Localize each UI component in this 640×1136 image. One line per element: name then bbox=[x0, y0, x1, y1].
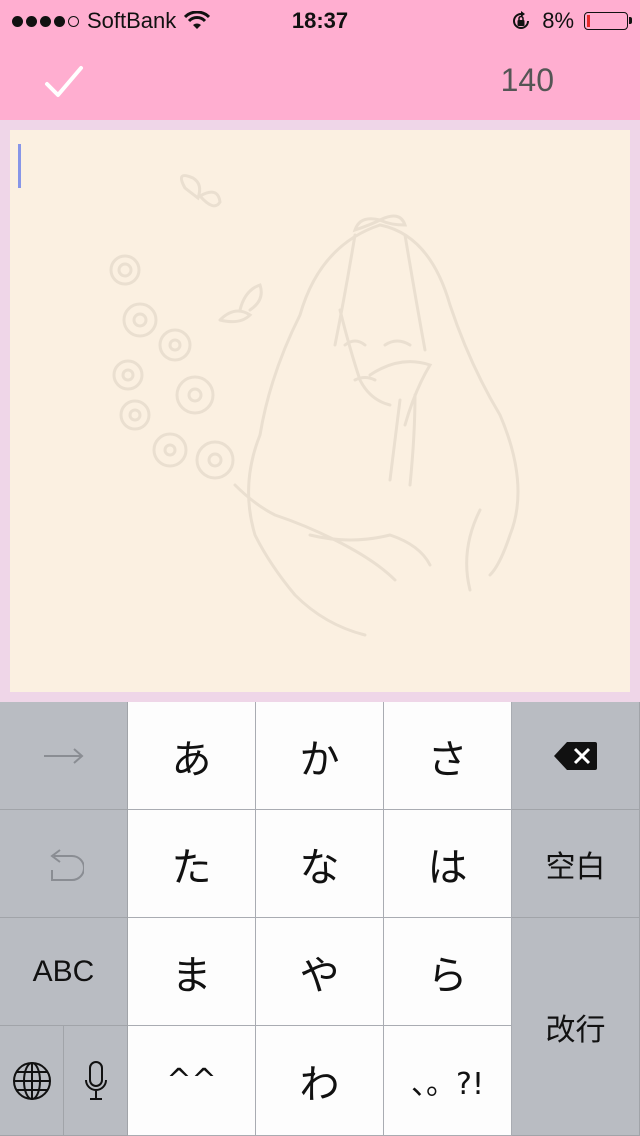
top-toolbar: 140 bbox=[0, 42, 640, 120]
space-key[interactable]: 空白 bbox=[512, 810, 640, 918]
backspace-icon bbox=[553, 741, 597, 770]
kana-key-ka[interactable]: か bbox=[256, 702, 384, 810]
kana-key-ya[interactable]: や bbox=[256, 918, 384, 1026]
text-editor-area[interactable] bbox=[10, 130, 630, 692]
kana-key-a[interactable]: あ bbox=[128, 702, 256, 810]
next-candidate-key[interactable] bbox=[0, 702, 128, 810]
undo-key[interactable] bbox=[0, 810, 128, 918]
kana-key-ha[interactable]: は bbox=[384, 810, 512, 918]
kana-key-ma[interactable]: ま bbox=[128, 918, 256, 1026]
globe-key[interactable] bbox=[0, 1026, 64, 1136]
text-cursor bbox=[18, 144, 21, 188]
globe-icon bbox=[12, 1061, 51, 1100]
microphone-icon bbox=[84, 1060, 107, 1100]
kana-key-ra[interactable]: ら bbox=[384, 918, 512, 1026]
rotation-lock-icon bbox=[513, 11, 530, 29]
return-key[interactable]: 改行 bbox=[512, 918, 640, 1136]
kana-key-wa[interactable]: わ bbox=[256, 1026, 384, 1136]
battery-icon bbox=[584, 12, 632, 30]
battery-percent: 8% bbox=[542, 8, 574, 33]
undo-icon bbox=[49, 848, 84, 881]
kana-key-na[interactable]: な bbox=[256, 810, 384, 918]
status-bar: SoftBank 18:37 8% bbox=[0, 0, 640, 42]
kana-key-sa[interactable]: さ bbox=[384, 702, 512, 810]
emoticon-key[interactable]: ^^ bbox=[128, 1026, 256, 1136]
dictation-key[interactable] bbox=[64, 1026, 128, 1136]
punctuation-key[interactable]: 、。?! bbox=[384, 1026, 512, 1136]
delete-key[interactable] bbox=[512, 702, 640, 810]
abc-key[interactable]: ABC bbox=[0, 918, 128, 1026]
checkmark-icon[interactable] bbox=[44, 64, 84, 100]
kana-key-ta[interactable]: た bbox=[128, 810, 256, 918]
character-count: 140 bbox=[500, 62, 554, 98]
status-right-group: 8% bbox=[510, 8, 632, 34]
illustration-background bbox=[109, 174, 520, 637]
arrow-right-icon bbox=[43, 747, 84, 764]
japanese-kana-keyboard: ABC あ か さ た な は ま や ら ^^ わ 、。?! 空白 改行 bbox=[0, 702, 640, 1136]
